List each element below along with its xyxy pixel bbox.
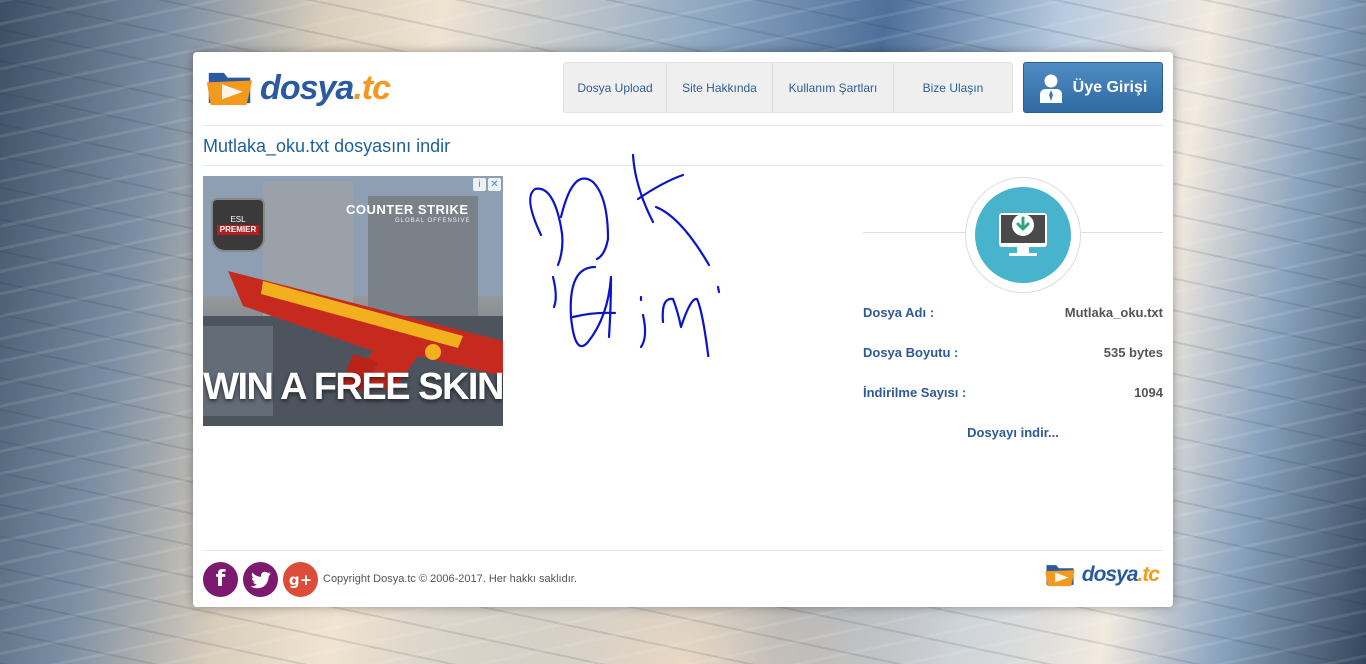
divider: [203, 125, 1163, 126]
nav-item-contact[interactable]: Bize Ulaşın: [894, 63, 1012, 112]
google-plus-icon[interactable]: g+: [283, 562, 318, 597]
download-icon-ring: [965, 177, 1081, 293]
ad-close-icon[interactable]: ✕: [488, 178, 501, 191]
divider: [203, 550, 1163, 551]
login-button[interactable]: Üye Girişi: [1023, 62, 1163, 113]
main-nav: Dosya Upload Site Hakkında Kullanım Şart…: [563, 62, 1013, 113]
ad-info-icon[interactable]: i: [473, 178, 486, 191]
file-name-value: Mutlaka_oku.txt: [1064, 305, 1163, 320]
login-button-label: Üye Girişi: [1072, 78, 1148, 96]
user-icon: [1039, 74, 1062, 103]
main-card: dosya.tc Dosya Upload Site Hakkında Kull…: [193, 52, 1173, 607]
twitter-bird-icon: [250, 571, 271, 588]
folder-logo-icon: [206, 72, 253, 105]
download-count-row: İndirilme Sayısı : 1094: [863, 385, 1163, 400]
ad-league-badge: ESL PREMIER: [211, 198, 265, 252]
logo-wordmark: dosya.tc: [260, 68, 391, 107]
handwritten-scribble: [529, 153, 721, 357]
nav-item-upload[interactable]: Dosya Upload: [564, 63, 667, 112]
folder-logo-icon: [1045, 565, 1075, 587]
footer-logo[interactable]: dosya.tc: [1044, 561, 1160, 589]
download-count-value: 1094: [1134, 385, 1163, 400]
ad-subline: GLOBAL OFFENSIVE: [395, 218, 471, 224]
file-name-label: Dosya Adı :: [863, 305, 935, 320]
download-file-link[interactable]: Dosyayı indir...: [863, 425, 1163, 440]
download-panel: [863, 176, 1163, 296]
ad-brand: COUNTER STRIKE: [346, 202, 469, 217]
social-links: f g+: [203, 562, 318, 597]
ad-headline: WIN A FREE SKIN: [203, 366, 503, 408]
nav-item-about[interactable]: Site Hakkında: [667, 63, 773, 112]
nav-item-terms[interactable]: Kullanım Şartları: [773, 63, 894, 112]
file-size-value: 535 bytes: [1103, 345, 1163, 360]
copyright-text: Copyright Dosya.tc © 2006-2017. Her hakk…: [323, 573, 577, 585]
file-name-row: Dosya Adı : Mutlaka_oku.txt: [863, 305, 1163, 320]
monitor-download-icon: [999, 213, 1047, 256]
twitter-icon[interactable]: [243, 562, 278, 597]
file-size-label: Dosya Boyutu :: [863, 345, 959, 360]
download-button[interactable]: [975, 187, 1071, 283]
page-title: Mutlaka_oku.txt dosyasını indir: [203, 136, 451, 156]
advertisement-banner[interactable]: ESL PREMIER COUNTER STRIKE GLOBAL OFFENS…: [203, 176, 503, 426]
ad-choices[interactable]: i ✕: [473, 178, 501, 191]
site-logo[interactable]: dosya.tc: [205, 64, 391, 112]
facebook-icon[interactable]: f: [203, 562, 238, 597]
file-size-row: Dosya Boyutu : 535 bytes: [863, 345, 1163, 360]
download-count-label: İndirilme Sayısı :: [863, 385, 967, 400]
footer-logo-wordmark: dosya.tc: [1081, 563, 1160, 586]
